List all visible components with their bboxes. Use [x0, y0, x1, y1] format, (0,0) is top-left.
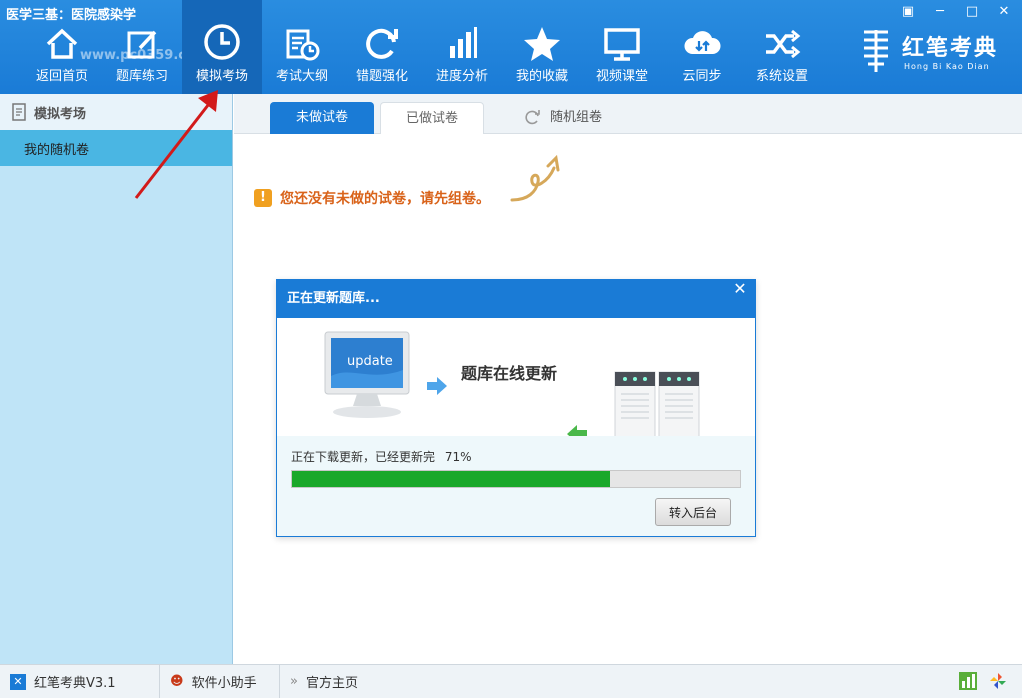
- edit-icon: [127, 30, 157, 59]
- progress-text: 正在下载更新，已经更新完 71%: [291, 448, 472, 465]
- nav-mock-exam[interactable]: 模拟考场: [182, 0, 262, 94]
- nav-mock-exam-label: 模拟考场: [195, 69, 248, 84]
- nav-wrong-questions-label: 错题强化: [355, 69, 408, 84]
- calendar-clock-icon: [286, 29, 320, 61]
- nav-syllabus-label: 考试大纲: [275, 69, 328, 84]
- star-icon: [524, 27, 560, 61]
- top-toolbar: 医学三基：医院感染学 www.pc0359.cn ▣ ─ □ ✕ 返回首页 题库…: [0, 0, 1022, 94]
- status-homepage[interactable]: » 官方主页: [280, 665, 374, 698]
- warning-icon: !: [254, 189, 272, 207]
- app-logo-icon: ✕: [10, 673, 26, 690]
- maximize-button[interactable]: □: [960, 2, 984, 22]
- nav-practice-label: 题库练习: [115, 69, 168, 84]
- double-chevron-icon: »: [290, 674, 298, 689]
- tab-bar: 未做试卷 已做试卷 随机组卷: [234, 94, 1022, 134]
- nav-video[interactable]: 视频课堂: [582, 14, 662, 94]
- red-annotation-arrow: [134, 90, 218, 199]
- refresh-icon: [366, 28, 398, 59]
- nav-wrong-questions[interactable]: 错题强化: [342, 14, 422, 94]
- monitor-icon: [604, 28, 640, 61]
- run-in-background-button[interactable]: 转入后台: [655, 498, 731, 526]
- tab-random-label: 随机组卷: [550, 110, 603, 125]
- chart-icon[interactable]: [958, 671, 978, 691]
- nav-cloud-sync-label: 云同步: [682, 69, 722, 84]
- status-version: ✕ 红笔考典V3.1: [0, 665, 160, 698]
- shuffle-icon: [766, 29, 801, 59]
- status-bar: ✕ 红笔考典V3.1 ☻ 软件小助手 » 官方主页: [0, 664, 1022, 698]
- nav-syllabus[interactable]: 考试大纲: [262, 14, 342, 94]
- version-text: 红笔考典V3.1: [34, 676, 116, 691]
- status-helper[interactable]: ☻ 软件小助手: [160, 665, 280, 698]
- nav-settings[interactable]: 系统设置: [742, 14, 822, 94]
- home-icon: [46, 28, 78, 59]
- nav-home[interactable]: 返回首页: [22, 14, 102, 94]
- nav-cloud-sync[interactable]: 云同步: [662, 14, 742, 94]
- tab-random-compose[interactable]: 随机组卷: [524, 102, 614, 134]
- nav-video-label: 视频课堂: [595, 69, 648, 84]
- nav-progress-label: 进度分析: [435, 69, 488, 84]
- cloud-sync-icon: [684, 31, 721, 54]
- tab-done-papers[interactable]: 已做试卷: [380, 102, 484, 134]
- pinwheel-icon[interactable]: [988, 671, 1008, 691]
- progress-label: 正在下载更新，已经更新完: [291, 450, 436, 464]
- dialog-close-button[interactable]: ✕: [725, 280, 755, 298]
- clock-icon: [204, 24, 240, 60]
- progress-percent: 71%: [444, 450, 472, 464]
- nav-progress[interactable]: 进度分析: [422, 14, 502, 94]
- computer-icon: [324, 331, 410, 418]
- brand-pinyin: Hong Bi Kao Dian: [904, 62, 990, 71]
- helper-icon: ☻: [170, 674, 184, 689]
- homepage-text: 官方主页: [305, 676, 358, 691]
- swirl-arrow-decoration: [510, 154, 560, 202]
- nav-favorites[interactable]: 我的收藏: [502, 14, 582, 94]
- dialog-illustration: update 题库在线更新: [277, 318, 755, 453]
- sidebar-heading-label: 模拟考场: [34, 106, 87, 122]
- status-right-icons: [958, 671, 1008, 691]
- window-controls: ▣ ─ □ ✕: [896, 2, 1016, 22]
- refresh-icon: [525, 110, 540, 125]
- monitor-update-text: update: [347, 354, 393, 369]
- brand-name: 红笔考典: [902, 36, 999, 61]
- progress-bar-fill: [292, 471, 611, 487]
- document-icon: [12, 103, 26, 121]
- nav-practice[interactable]: 题库练习: [102, 14, 182, 94]
- dialog-progress-area: 正在下载更新，已经更新完 71% 转入后台: [277, 436, 755, 536]
- skin-button[interactable]: ▣: [896, 2, 920, 22]
- progress-bar: [291, 470, 741, 488]
- nav-home-label: 返回首页: [35, 69, 88, 84]
- tab-undone-papers[interactable]: 未做试卷: [270, 102, 374, 134]
- bar-chart-icon: [450, 27, 477, 58]
- minimize-button[interactable]: ─: [928, 2, 952, 22]
- warning-text: 您还没有未做的试卷，请先组卷。: [280, 191, 490, 207]
- close-button[interactable]: ✕: [992, 2, 1016, 22]
- update-dialog: 正在更新题库... ✕ update 题库在线更新 正在下载更新，已经更新完 7…: [276, 279, 756, 537]
- pen-logo-icon: [864, 30, 888, 72]
- arrow-right-icon: [427, 377, 447, 395]
- dialog-title: 正在更新题库...: [287, 291, 380, 306]
- dialog-caption: 题库在线更新: [461, 364, 558, 383]
- nav-favorites-label: 我的收藏: [515, 69, 568, 84]
- dialog-title-bar: 正在更新题库... ✕: [277, 280, 755, 318]
- nav-settings-label: 系统设置: [755, 69, 808, 84]
- no-paper-warning: ! 您还没有未做的试卷，请先组卷。: [254, 188, 490, 208]
- helper-text: 软件小助手: [191, 676, 257, 691]
